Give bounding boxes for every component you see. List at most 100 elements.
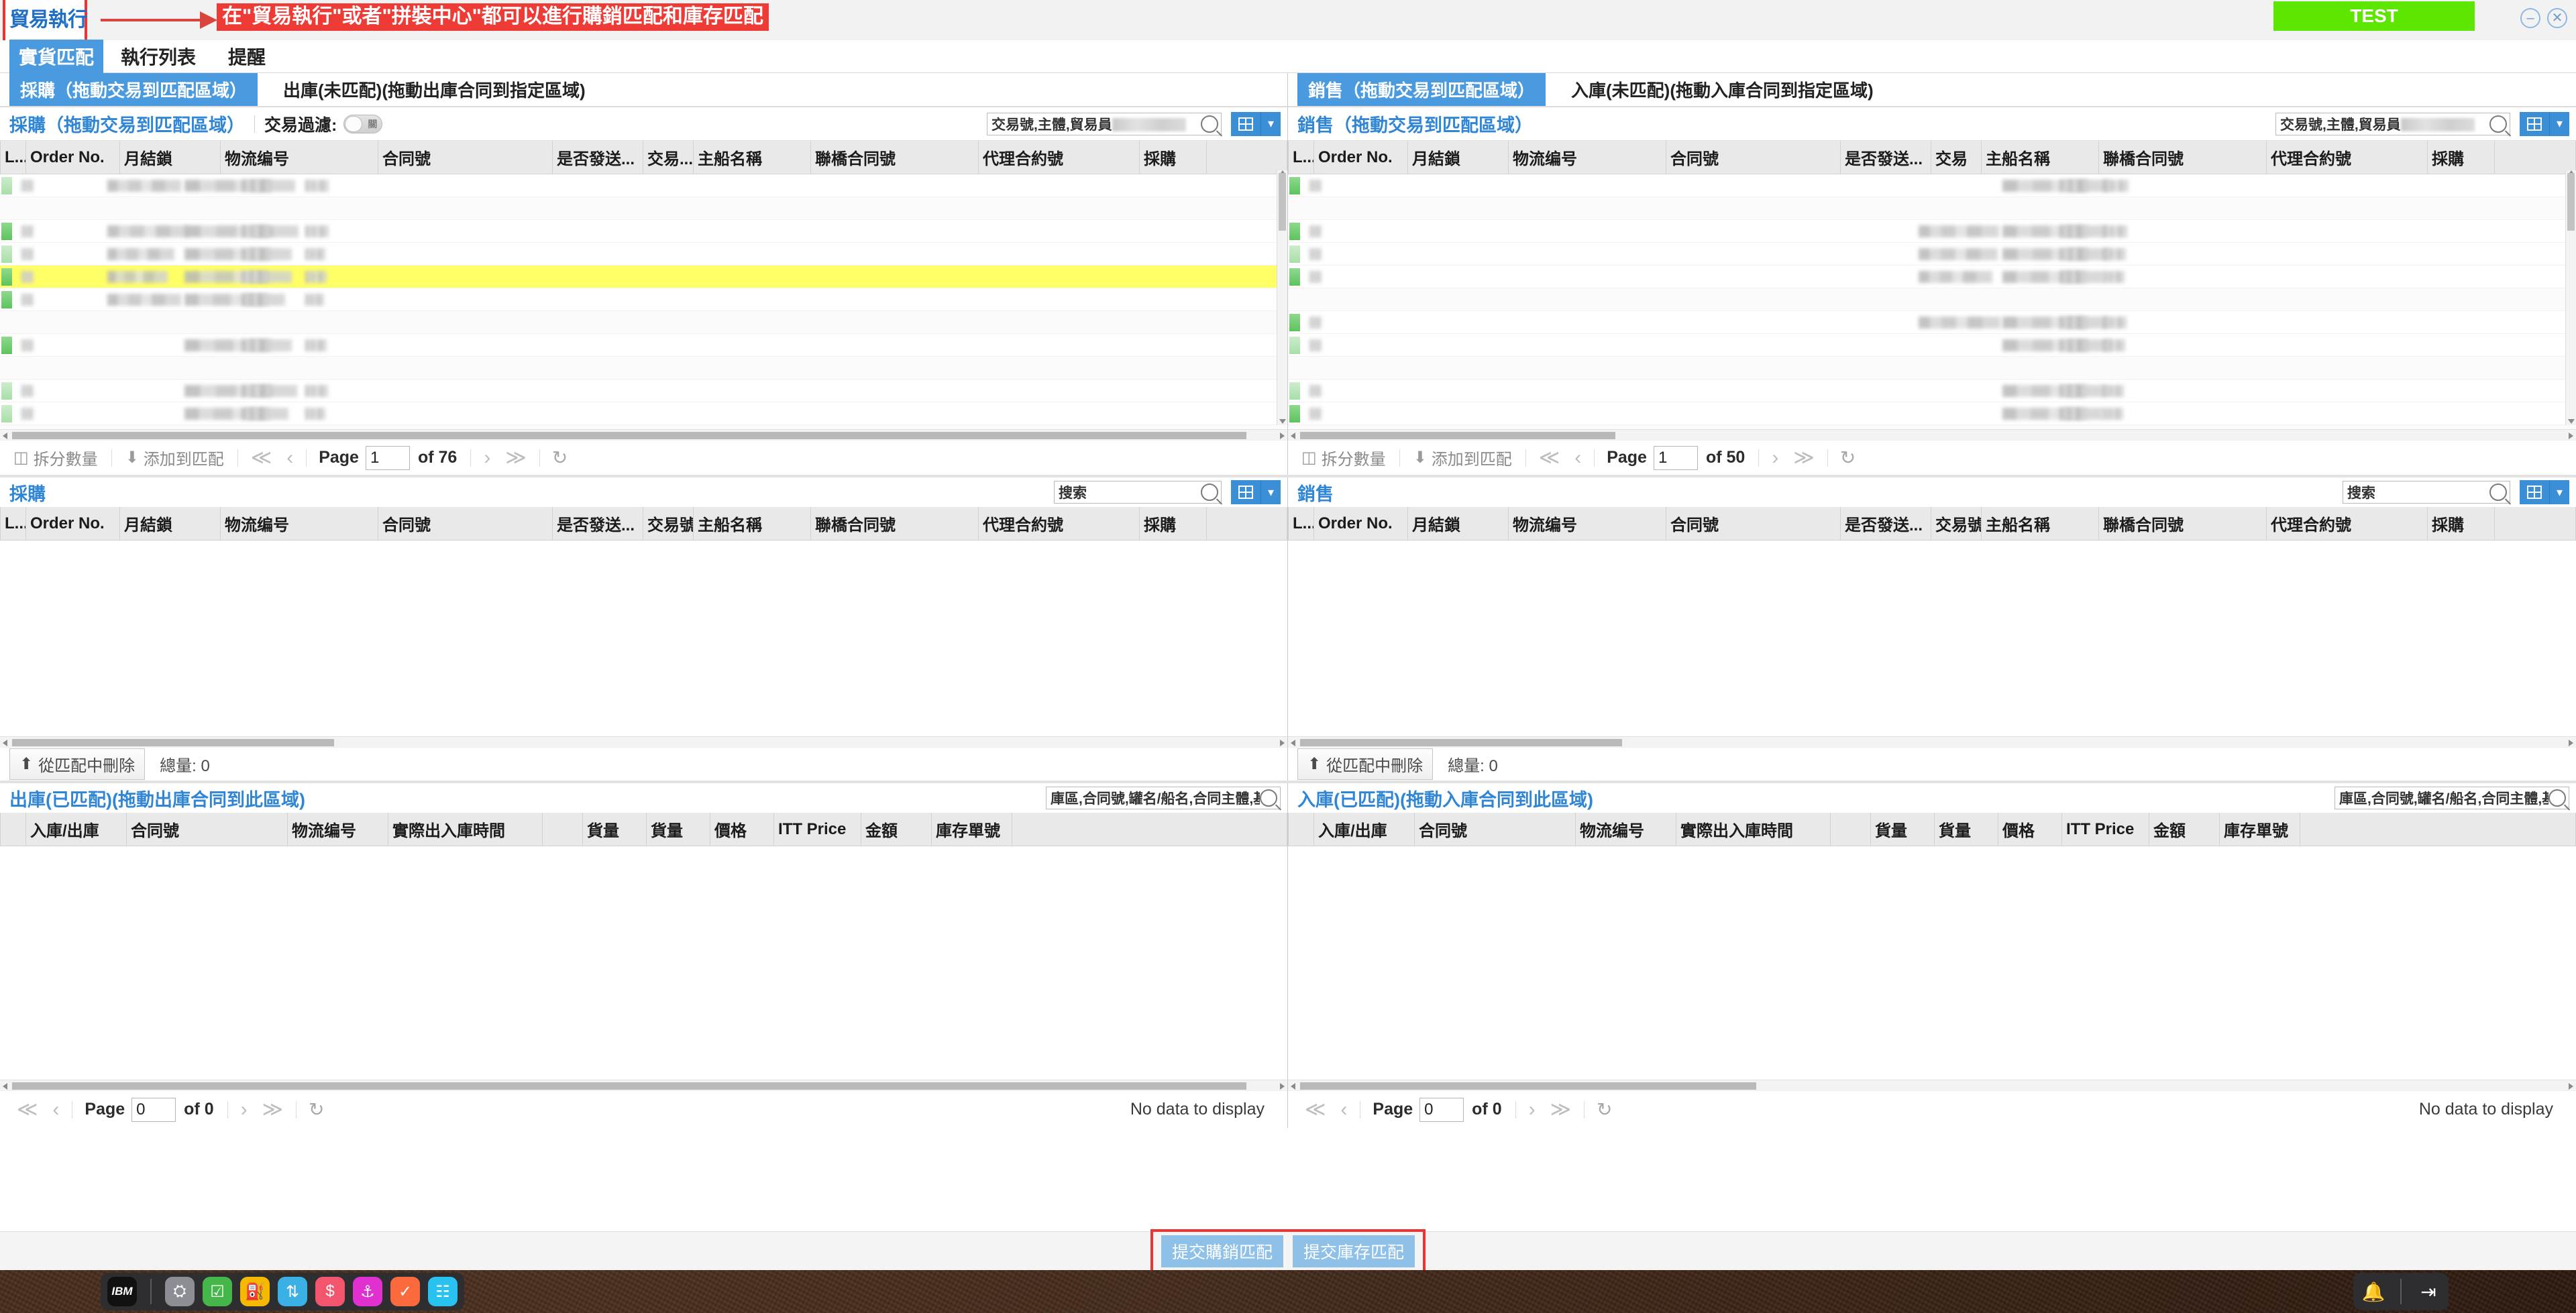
- column-header[interactable]: 合同號: [1666, 507, 1841, 540]
- bottom-left-search-input[interactable]: 庫區,合同號,罐名/船名,合同主體,基...: [1051, 788, 1260, 808]
- search-icon[interactable]: [1260, 789, 1277, 807]
- mode-purchase-active[interactable]: 採購（拖動交易到匹配區域）: [9, 73, 258, 106]
- left-vertical-scrollbar[interactable]: [1277, 170, 1287, 425]
- scroll-left-icon[interactable]: [1291, 433, 1295, 439]
- column-header[interactable]: 月結鎖: [1408, 507, 1509, 540]
- match-left-horizontal-scrollbar[interactable]: [0, 736, 1287, 747]
- column-header[interactable]: 入庫/出庫: [1314, 813, 1415, 846]
- column-header[interactable]: 月結鎖: [120, 507, 221, 540]
- column-header[interactable]: 貨量: [647, 813, 710, 846]
- column-header[interactable]: 物流编号: [1509, 507, 1666, 540]
- money-fish-icon[interactable]: $: [315, 1277, 345, 1306]
- ship-icon[interactable]: ⚓: [353, 1277, 382, 1306]
- column-header[interactable]: 主船名稱: [1982, 507, 2099, 540]
- column-header[interactable]: 是否發送...: [553, 141, 643, 174]
- right-vertical-scrollbar[interactable]: [2565, 170, 2576, 425]
- column-header[interactable]: 庫存單號: [2220, 813, 2300, 846]
- right-grid-rows[interactable]: [1288, 174, 2576, 429]
- table-row[interactable]: [1288, 311, 2576, 334]
- column-header[interactable]: 月結鎖: [1408, 141, 1509, 174]
- match-right-grid-options-button[interactable]: ▾: [2549, 480, 2569, 504]
- page-number-input[interactable]: [1654, 446, 1698, 470]
- table-row[interactable]: [0, 243, 1287, 266]
- column-header[interactable]: 交易號: [1931, 507, 1982, 540]
- match-left-search-box[interactable]: 搜索: [1054, 481, 1222, 504]
- last-page-icon[interactable]: ≫: [1786, 446, 1821, 469]
- scroll-right-icon[interactable]: [2569, 740, 2573, 746]
- column-header[interactable]: 價格: [1998, 813, 2062, 846]
- table-row[interactable]: [1288, 380, 2576, 402]
- column-header[interactable]: 採購: [1140, 141, 1207, 174]
- column-header[interactable]: 庫存單號: [932, 813, 1012, 846]
- mode-inbound-unmatched[interactable]: 入庫(未匹配)(拖動入庫合同到指定區域): [1571, 77, 1874, 102]
- column-header[interactable]: Order No.: [26, 141, 120, 174]
- search-icon[interactable]: [2548, 789, 2566, 807]
- prev-page-icon[interactable]: ‹: [1333, 1098, 1354, 1121]
- table-row[interactable]: [0, 402, 1287, 425]
- column-header[interactable]: 採購: [1140, 507, 1207, 540]
- column-header[interactable]: 主船名稱: [694, 141, 811, 174]
- column-header[interactable]: [543, 813, 583, 846]
- right-horizontal-scrollbar[interactable]: [1288, 429, 2576, 440]
- left-grid-rows[interactable]: [0, 174, 1287, 429]
- column-header[interactable]: 交易...: [643, 141, 694, 174]
- table-row[interactable]: [1288, 243, 2576, 266]
- column-header[interactable]: L...: [1289, 507, 1314, 540]
- tank-icon[interactable]: ⛽: [240, 1277, 270, 1306]
- prev-page-icon[interactable]: ‹: [1567, 447, 1589, 469]
- column-header[interactable]: 聯橋合同號: [811, 141, 979, 174]
- column-header[interactable]: 月結鎖: [120, 141, 221, 174]
- bottom-right-horizontal-scrollbar[interactable]: [1288, 1080, 2576, 1090]
- ibm-logo-icon[interactable]: IBM: [107, 1277, 137, 1306]
- column-header[interactable]: [1, 813, 26, 846]
- column-header[interactable]: Order No.: [1314, 141, 1408, 174]
- bottom-left-horizontal-scrollbar[interactable]: [0, 1080, 1287, 1090]
- box-transfer-icon[interactable]: ⇅: [278, 1277, 307, 1306]
- column-header[interactable]: 物流编号: [1509, 141, 1666, 174]
- left-grid-view-button[interactable]: [1231, 112, 1260, 136]
- column-header[interactable]: 代理合約號: [2267, 141, 2428, 174]
- last-page-icon[interactable]: ≫: [255, 1098, 290, 1121]
- column-header[interactable]: 主船名稱: [1982, 141, 2099, 174]
- column-header[interactable]: 聯橋合同號: [811, 507, 979, 540]
- match-right-empty-body[interactable]: [1288, 540, 2576, 736]
- scroll-right-icon[interactable]: [1280, 1083, 1285, 1090]
- first-page-icon[interactable]: ≪: [9, 1098, 45, 1121]
- column-header[interactable]: 是否發送...: [1841, 141, 1931, 174]
- column-header[interactable]: 採購: [2428, 141, 2495, 174]
- table-row[interactable]: [1288, 334, 2576, 357]
- right-grid-options-button[interactable]: ▾: [2549, 112, 2569, 136]
- column-header[interactable]: [1289, 813, 1314, 846]
- page-number-input[interactable]: [1419, 1098, 1464, 1122]
- column-header[interactable]: Order No.: [1314, 507, 1408, 540]
- page-number-input[interactable]: [366, 446, 410, 470]
- trade-filter-toggle[interactable]: 關: [343, 115, 382, 133]
- left-search-input[interactable]: 交易號,主體,貿易員: [991, 114, 1201, 134]
- table-row[interactable]: [0, 174, 1287, 197]
- bottom-right-empty-body[interactable]: [1288, 846, 2576, 1080]
- clipboard-icon[interactable]: ☑: [203, 1277, 232, 1306]
- column-header[interactable]: 合同號: [127, 813, 288, 846]
- column-header[interactable]: 聯橋合同號: [2099, 507, 2267, 540]
- table-row[interactable]: [1288, 402, 2576, 425]
- search-icon[interactable]: [1201, 483, 1218, 501]
- scroll-thumb[interactable]: [12, 1082, 1246, 1090]
- submit-inventory-match-button[interactable]: 提交庫存匹配: [1293, 1235, 1415, 1267]
- close-icon[interactable]: ✕: [2547, 8, 2567, 28]
- table-row[interactable]: [0, 380, 1287, 402]
- table-row[interactable]: [1288, 357, 2576, 380]
- column-header[interactable]: ITT Price: [774, 813, 861, 846]
- table-row[interactable]: [0, 311, 1287, 334]
- right-grid-view-button[interactable]: [2520, 112, 2549, 136]
- remove-from-match-button[interactable]: ⬆ 從匹配中刪除: [1297, 748, 1433, 780]
- remove-from-match-button[interactable]: ⬆ 從匹配中刪除: [9, 748, 145, 780]
- tab-reminder[interactable]: 提醒: [228, 43, 266, 70]
- column-header[interactable]: 交易: [1931, 141, 1982, 174]
- column-header[interactable]: ITT Price: [2062, 813, 2149, 846]
- scroll-thumb[interactable]: [1300, 432, 1615, 439]
- next-page-icon[interactable]: ›: [1764, 447, 1786, 469]
- bottom-left-search-box[interactable]: 庫區,合同號,罐名/船名,合同主體,基...: [1046, 787, 1281, 809]
- scroll-thumb[interactable]: [1300, 1082, 1756, 1090]
- table-row[interactable]: [1288, 266, 2576, 288]
- right-search-box[interactable]: 交易號,主體,貿易員: [2275, 113, 2510, 135]
